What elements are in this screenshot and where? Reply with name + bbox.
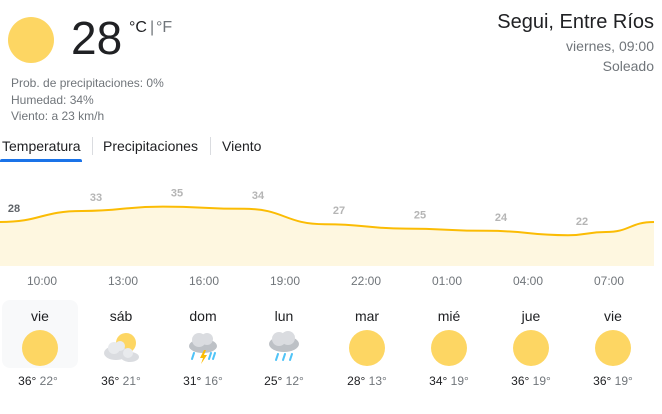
day-card[interactable]: dom bbox=[165, 300, 241, 368]
tab-divider bbox=[210, 137, 211, 155]
hour-label: 13:00 bbox=[107, 274, 139, 288]
day-card[interactable]: sáb bbox=[83, 300, 159, 368]
low-temperature: 16° bbox=[204, 374, 223, 388]
rain-icon bbox=[265, 329, 303, 367]
unit-celsius-button[interactable]: °C bbox=[129, 18, 147, 38]
day-card[interactable]: lun bbox=[246, 300, 322, 368]
temperature-label: 33 bbox=[90, 192, 102, 204]
temperature-chart: 28 33 35 34 27 25 24 22 bbox=[0, 188, 655, 266]
day-name: mar bbox=[354, 308, 380, 324]
high-temperature: 31° bbox=[183, 374, 202, 388]
high-temperature: 25° bbox=[264, 374, 283, 388]
day-name: vie bbox=[31, 308, 49, 324]
tab-precipitation[interactable]: Precipitaciones bbox=[103, 137, 198, 155]
day-name: mié bbox=[437, 308, 461, 324]
temperature-label: 35 bbox=[171, 188, 183, 200]
day-card[interactable]: vie bbox=[575, 300, 651, 368]
current-temperature: 28 bbox=[71, 12, 123, 64]
selected-tab-indicator bbox=[0, 159, 82, 162]
temperature-label: 28 bbox=[8, 203, 20, 215]
low-temperature: 21° bbox=[122, 374, 141, 388]
low-temperature: 19° bbox=[614, 374, 633, 388]
sun-icon bbox=[594, 329, 632, 367]
precipitation-chance: Prob. de precipitaciones: 0% bbox=[11, 76, 164, 90]
partly-cloudy-icon bbox=[102, 329, 140, 367]
temperature-label: 27 bbox=[333, 205, 345, 217]
sun-icon bbox=[8, 17, 54, 63]
day-card[interactable]: vie bbox=[2, 300, 78, 368]
temperature-label: 25 bbox=[414, 210, 426, 222]
high-temperature: 36° bbox=[593, 374, 612, 388]
temperature-area bbox=[0, 206, 654, 266]
sun-icon bbox=[348, 329, 386, 367]
day-temperatures: 36° 19° bbox=[573, 373, 653, 389]
unit-fahrenheit-button[interactable]: °F bbox=[156, 18, 172, 38]
tab-divider bbox=[92, 137, 93, 155]
high-temperature: 36° bbox=[511, 374, 530, 388]
day-card[interactable]: jue bbox=[493, 300, 569, 368]
day-name: lun bbox=[274, 308, 294, 324]
hour-label: 16:00 bbox=[188, 274, 220, 288]
wind-speed: Viento: a 23 km/h bbox=[11, 109, 105, 123]
tab-temperature[interactable]: Temperatura bbox=[2, 137, 81, 155]
temperature-label: 24 bbox=[495, 212, 508, 224]
hour-label: 22:00 bbox=[350, 274, 382, 288]
high-temperature: 36° bbox=[101, 374, 120, 388]
hour-label: 01:00 bbox=[431, 274, 463, 288]
location-title: Segui, Entre Ríos bbox=[497, 11, 654, 33]
day-temperatures: 28° 13° bbox=[327, 373, 407, 389]
day-temperatures: 36° 19° bbox=[491, 373, 571, 389]
high-temperature: 36° bbox=[18, 374, 37, 388]
humidity: Humedad: 34% bbox=[11, 93, 94, 107]
temperature-label: 22 bbox=[576, 216, 588, 228]
day-card[interactable]: mar bbox=[329, 300, 405, 368]
hour-label: 04:00 bbox=[512, 274, 544, 288]
sun-icon bbox=[512, 329, 550, 367]
sun-icon bbox=[430, 329, 468, 367]
day-card[interactable]: mié bbox=[411, 300, 487, 368]
day-temperatures: 36° 21° bbox=[81, 373, 161, 389]
day-temperatures: 34° 19° bbox=[409, 373, 489, 389]
low-temperature: 12° bbox=[285, 374, 304, 388]
day-name: dom bbox=[189, 308, 217, 324]
datetime: viernes, 09:00 bbox=[566, 38, 654, 54]
day-temperatures: 25° 12° bbox=[244, 373, 324, 389]
thunderstorm-icon bbox=[184, 329, 222, 367]
unit-separator: | bbox=[150, 19, 155, 36]
temperature-label: 34 bbox=[252, 190, 265, 202]
high-temperature: 28° bbox=[347, 374, 366, 388]
low-temperature: 19° bbox=[450, 374, 469, 388]
day-temperatures: 31° 16° bbox=[163, 373, 243, 389]
low-temperature: 13° bbox=[368, 374, 387, 388]
day-temperatures: 36° 22° bbox=[0, 373, 78, 389]
hour-label: 19:00 bbox=[269, 274, 301, 288]
sun-icon bbox=[21, 329, 59, 367]
hour-label: 10:00 bbox=[26, 274, 58, 288]
hour-label: 07:00 bbox=[593, 274, 625, 288]
low-temperature: 22° bbox=[39, 374, 58, 388]
day-name: vie bbox=[604, 308, 622, 324]
high-temperature: 34° bbox=[429, 374, 448, 388]
weather-condition: Soleado bbox=[602, 58, 654, 74]
tab-wind[interactable]: Viento bbox=[222, 137, 261, 155]
low-temperature: 19° bbox=[532, 374, 551, 388]
day-name: sáb bbox=[109, 308, 133, 324]
day-name: jue bbox=[521, 308, 541, 324]
